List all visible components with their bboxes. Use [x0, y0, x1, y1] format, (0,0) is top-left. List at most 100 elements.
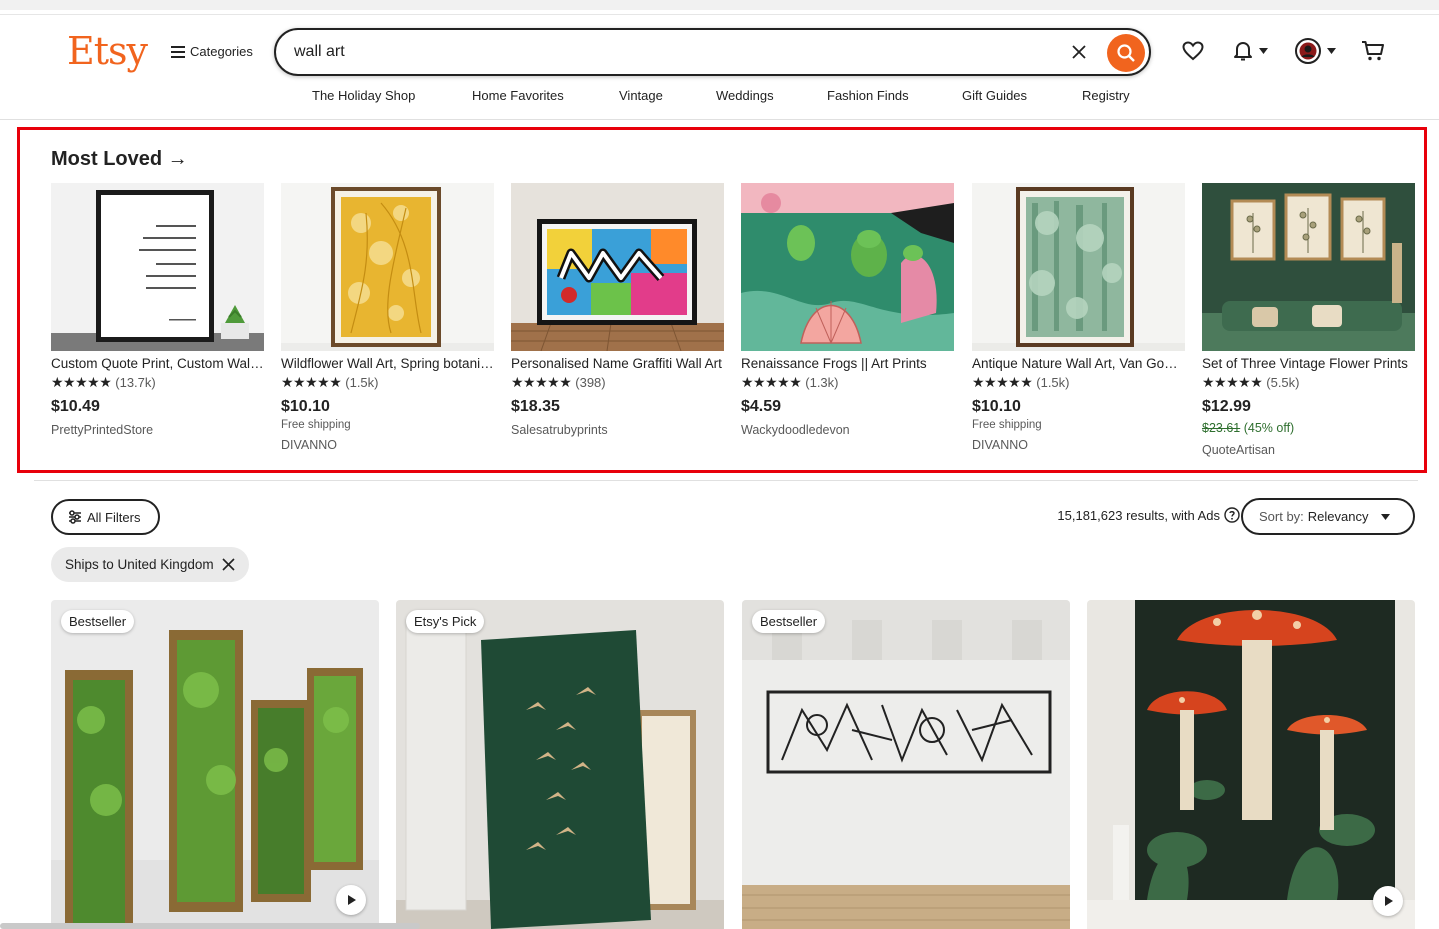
shop-name[interactable]: PrettyPrintedStore: [51, 421, 264, 439]
most-loved-heading[interactable]: Most Loved →: [51, 148, 188, 171]
all-filters-button[interactable]: All Filters: [51, 499, 160, 535]
results-text: 15,181,623 results, with Ads: [1057, 507, 1220, 523]
listing-badge: Etsy's Pick: [406, 610, 485, 633]
product-image[interactable]: [511, 183, 724, 351]
discount-label: (45% off): [1243, 421, 1295, 435]
most-loved-card[interactable]: Wildflower Wall Art, Spring botanical pr…: [281, 183, 494, 454]
hamburger-icon: [171, 45, 185, 58]
most-loved-card[interactable]: Set of Three Vintage Flower Prints ★★★★★…: [1202, 183, 1415, 459]
rating-stars: ★★★★★: [281, 373, 342, 390]
rating-stars: ★★★★★: [741, 373, 802, 390]
product-title[interactable]: Renaissance Frogs || Art Prints: [741, 355, 954, 373]
filter-sliders-icon: [69, 510, 81, 524]
product-title[interactable]: Antique Nature Wall Art, Van Gogh Print: [972, 355, 1185, 373]
etsy-logo[interactable]: Etsy: [67, 28, 148, 74]
listing-badge: Bestseller: [752, 610, 826, 633]
shop-name[interactable]: Wackydoodledevon: [741, 421, 954, 439]
clear-icon: [1072, 45, 1086, 59]
search-input[interactable]: [294, 40, 1054, 64]
nav-registry[interactable]: Registry: [1082, 88, 1130, 103]
rating-stars: ★★★★★: [51, 373, 112, 390]
cart-icon: [1362, 41, 1384, 61]
listing-image[interactable]: [396, 600, 724, 929]
most-loved-card[interactable]: Personalised Name Graffiti Wall Art ★★★★…: [511, 183, 724, 439]
product-rating: ★★★★★ (398): [511, 373, 724, 391]
nav-vintage[interactable]: Vintage: [619, 88, 663, 103]
divider: [34, 480, 1418, 481]
favorites-button[interactable]: [1180, 38, 1206, 64]
notifications-button[interactable]: [1228, 38, 1272, 64]
product-rating: ★★★★★ (1.5k): [972, 373, 1185, 391]
most-loved-card[interactable]: Custom Quote Print, Custom Wall Art ★★★★…: [51, 183, 264, 439]
listing-image[interactable]: [51, 600, 379, 929]
listing-card[interactable]: Bestseller: [742, 600, 1070, 929]
nav-fashion-finds[interactable]: Fashion Finds: [827, 88, 909, 103]
product-title[interactable]: Set of Three Vintage Flower Prints: [1202, 355, 1415, 373]
chip-label: Ships to United Kingdom: [65, 557, 214, 572]
nav-holiday-shop[interactable]: The Holiday Shop: [312, 88, 415, 103]
review-count: (5.5k): [1266, 374, 1300, 390]
listing-card[interactable]: Etsy's Pick: [396, 600, 724, 929]
sort-value: Relevancy: [1307, 509, 1369, 524]
review-count: (1.5k): [345, 374, 379, 390]
product-image[interactable]: [1202, 183, 1415, 351]
play-video-button[interactable]: [1373, 886, 1403, 916]
product-image[interactable]: [741, 183, 954, 351]
most-loved-card[interactable]: Renaissance Frogs || Art Prints ★★★★★ (1.…: [741, 183, 954, 439]
product-image[interactable]: [972, 183, 1185, 351]
nav-home-favorites[interactable]: Home Favorites: [472, 88, 564, 103]
caret-down-icon: [1326, 48, 1336, 54]
product-title[interactable]: Custom Quote Print, Custom Wall Art: [51, 355, 264, 373]
product-image[interactable]: [281, 183, 494, 351]
avatar-icon: [1294, 38, 1321, 64]
nav-gift-guides[interactable]: Gift Guides: [962, 88, 1027, 103]
product-price: $10.49: [51, 398, 100, 415]
rating-stars: ★★★★★: [972, 373, 1033, 390]
review-count: (1.5k): [1036, 374, 1070, 390]
listing-image[interactable]: [1087, 600, 1415, 929]
search-bar[interactable]: [274, 28, 1151, 76]
all-filters-label: All Filters: [87, 509, 141, 525]
product-image[interactable]: [51, 183, 264, 351]
listing-image[interactable]: [742, 600, 1070, 929]
product-rating: ★★★★★ (5.5k): [1202, 373, 1415, 391]
review-count: (1.3k): [805, 374, 839, 390]
sort-dropdown[interactable]: Sort by: Relevancy: [1241, 498, 1415, 535]
sort-prefix: Sort by:: [1259, 509, 1304, 524]
search-submit-button[interactable]: [1107, 34, 1145, 72]
divider: [0, 119, 1439, 120]
close-icon[interactable]: [222, 558, 235, 571]
active-filter-chip[interactable]: Ships to United Kingdom: [51, 547, 249, 582]
product-rating: ★★★★★ (1.5k): [281, 373, 494, 391]
help-icon[interactable]: [1224, 507, 1240, 523]
clear-search-button[interactable]: [1066, 39, 1092, 65]
shop-name[interactable]: Salesatrubyprints: [511, 421, 724, 439]
shop-name[interactable]: DIVANNO: [281, 436, 494, 454]
browser-top-strip: [0, 0, 1439, 10]
listing-card[interactable]: [1087, 600, 1415, 929]
nav-weddings[interactable]: Weddings: [716, 88, 774, 103]
shop-name[interactable]: QuoteArtisan: [1202, 441, 1415, 459]
product-title[interactable]: Personalised Name Graffiti Wall Art: [511, 355, 724, 373]
review-count: (13.7k): [115, 374, 156, 390]
horizontal-scrollbar[interactable]: [0, 923, 420, 929]
product-price: $18.35: [511, 398, 560, 415]
most-loved-card[interactable]: Antique Nature Wall Art, Van Gogh Print …: [972, 183, 1185, 454]
product-price: $12.99: [1202, 398, 1251, 415]
divider: [0, 14, 1439, 15]
product-title[interactable]: Wildflower Wall Art, Spring botanical pr…: [281, 355, 494, 373]
categories-button[interactable]: Categories: [171, 40, 253, 62]
shop-name[interactable]: DIVANNO: [972, 436, 1185, 454]
account-menu-button[interactable]: [1293, 37, 1337, 65]
categories-label: Categories: [190, 43, 253, 59]
product-price: $4.59: [741, 398, 782, 415]
play-video-button[interactable]: [336, 885, 366, 915]
search-icon: [1117, 44, 1135, 62]
cart-button[interactable]: [1360, 38, 1386, 64]
review-count: (398): [575, 374, 606, 390]
rating-stars: ★★★★★: [511, 373, 572, 390]
caret-down-icon: [1258, 48, 1268, 54]
bell-icon: [1233, 42, 1252, 61]
listing-card[interactable]: Bestseller: [51, 600, 379, 929]
play-icon: [348, 895, 356, 905]
